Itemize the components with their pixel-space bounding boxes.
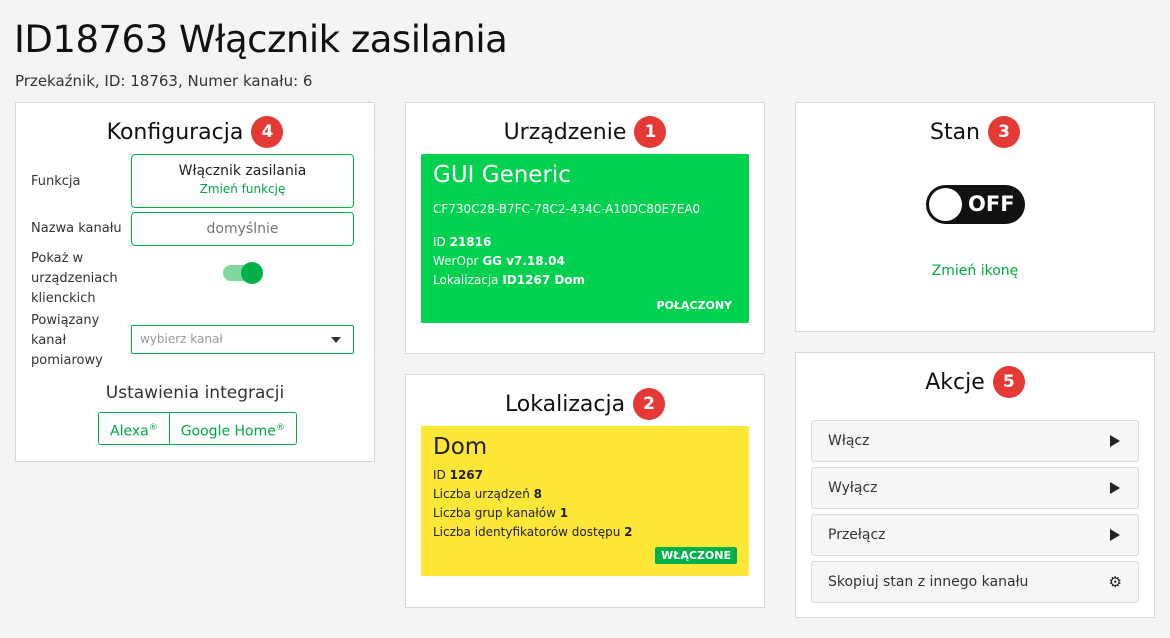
location-status-badge: WŁĄCZONE — [655, 547, 737, 564]
change-icon-link[interactable]: Zmień ikonę — [796, 263, 1154, 279]
toggle-knob — [241, 262, 263, 284]
integrations-title: Ustawienia integracji — [105, 383, 285, 403]
actions-panel: Akcje 5 Włącz Wyłącz Przełącz Skopiuj st… — [795, 352, 1155, 618]
actions-header: Akcje 5 — [796, 365, 1154, 399]
device-firmware: WerOpr GG v7.18.04 — [433, 254, 565, 268]
function-selector[interactable]: Włącznik zasilania Zmień funkcję — [131, 154, 354, 208]
action-label: Wyłącz — [828, 480, 878, 496]
config-title: Konfiguracja — [106, 119, 244, 145]
change-function-link[interactable]: Zmień funkcję — [132, 182, 353, 196]
action-label: Włącz — [828, 433, 870, 449]
device-badge: 1 — [634, 116, 667, 148]
meter-channel-select[interactable]: wybierz kanał — [131, 325, 354, 354]
action-copy-state-button[interactable]: Skopiuj stan z innego kanału ⚙ — [811, 561, 1139, 603]
location-name: Dom — [433, 434, 488, 460]
action-label: Przełącz — [828, 527, 886, 543]
location-header: Lokalizacja 2 — [406, 387, 764, 421]
location-groups-count: Liczba grup kanałów 1 — [433, 506, 569, 520]
chevron-down-icon — [331, 337, 341, 343]
toggle-state-label: OFF — [968, 192, 1015, 216]
power-state-toggle[interactable]: OFF — [926, 185, 1025, 224]
location-id: ID 1267 — [433, 468, 484, 482]
device-id: ID 21816 — [433, 235, 492, 249]
play-icon — [1110, 482, 1120, 494]
action-label: Skopiuj stan z innego kanału — [828, 574, 1029, 590]
channel-name-input[interactable] — [131, 212, 354, 246]
play-icon — [1110, 529, 1120, 541]
location-badge: 2 — [633, 388, 666, 420]
device-panel: Urządzenie 1 GUI Generic CF730C28-B7FC-7… — [405, 102, 765, 354]
device-location: Lokalizacja ID1267 Dom — [433, 273, 586, 287]
alexa-button[interactable]: Alexa® — [99, 413, 169, 444]
action-turn-on-button[interactable]: Włącz — [811, 420, 1139, 462]
channel-name-label: Nazwa kanału — [31, 221, 122, 236]
device-header: Urządzenie 1 — [406, 115, 764, 149]
google-home-button[interactable]: Google Home® — [168, 413, 296, 444]
gear-icon: ⚙ — [1108, 573, 1122, 591]
state-header: Stan 3 — [796, 115, 1154, 149]
function-label: Funkcja — [31, 174, 81, 189]
play-icon — [1110, 435, 1120, 447]
config-header: Konfiguracja 4 — [16, 115, 374, 149]
location-title: Lokalizacja — [504, 391, 626, 417]
config-badge: 4 — [251, 116, 284, 148]
device-title: Urządzenie — [503, 119, 627, 145]
actions-title: Akcje — [925, 369, 985, 395]
meter-channel-placeholder: wybierz kanał — [140, 332, 223, 346]
state-title: Stan — [929, 119, 980, 145]
location-devices-count: Liczba urządzeń 8 — [433, 487, 542, 501]
device-card[interactable]: GUI Generic CF730C28-B7FC-78C2-434C-A10D… — [421, 154, 749, 323]
action-turn-off-button[interactable]: Wyłącz — [811, 467, 1139, 509]
action-toggle-button[interactable]: Przełącz — [811, 514, 1139, 556]
location-panel: Lokalizacja 2 Dom ID 1267 Liczba urządze… — [405, 374, 765, 608]
page-title: ID18763 Włącznik zasilania — [14, 18, 508, 61]
toggle-knob — [929, 188, 962, 221]
page-subtitle: Przekaźnik, ID: 18763, Numer kanału: 6 — [15, 72, 313, 90]
device-name: GUI Generic — [433, 162, 571, 188]
device-status: POŁĄCZONY — [656, 299, 732, 312]
location-card[interactable]: Dom ID 1267 Liczba urządzeń 8 Liczba gru… — [421, 426, 749, 576]
meter-channel-label: Powiązany kanał pomiarowy — [31, 313, 103, 368]
location-access-ids-count: Liczba identyfikatorów dostępu 2 — [433, 525, 633, 539]
integrations-button-group: Alexa® Google Home® — [98, 412, 297, 445]
function-value: Włącznik zasilania — [178, 163, 307, 179]
state-panel: Stan 3 OFF Zmień ikonę — [795, 102, 1155, 332]
show-in-clients-label: Pokaż w urządzeniach klienckich — [31, 251, 118, 306]
actions-badge: 5 — [992, 366, 1025, 398]
show-in-clients-toggle[interactable] — [223, 262, 263, 284]
device-guid: CF730C28-B7FC-78C2-434C-A10DC80E7EA0 — [433, 202, 701, 216]
config-panel: Konfiguracja 4 Funkcja Włącznik zasilani… — [15, 102, 375, 462]
state-badge: 3 — [988, 116, 1020, 148]
